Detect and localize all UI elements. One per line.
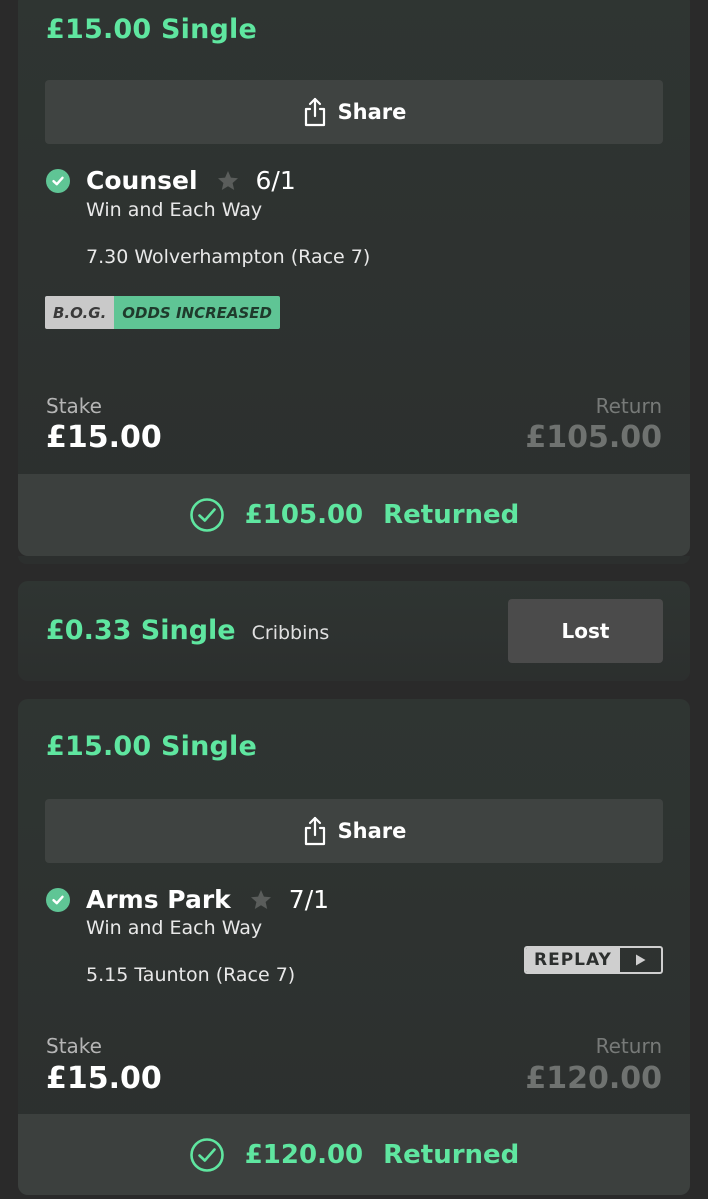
bet-card-1: £15.00 Single Share Counsel 6/1 Win and … xyxy=(18,0,690,556)
star-icon[interactable] xyxy=(249,888,273,912)
selection-odds: 6/1 xyxy=(255,166,296,195)
market-type: Win and Each Way xyxy=(86,199,263,221)
bet-title: £0.33 Single xyxy=(46,615,236,646)
check-icon xyxy=(46,887,70,912)
share-label: Share xyxy=(337,819,407,843)
selection-name: Counsel xyxy=(86,166,198,195)
bet-summary: £0.33 Single Cribbins xyxy=(46,615,329,646)
odds-increased-label: ODDS INCREASED xyxy=(114,296,280,329)
bet-card-2[interactable]: £0.33 Single Cribbins Lost xyxy=(18,581,690,681)
bet-title: £15.00 Single xyxy=(46,731,258,762)
lost-status-button[interactable]: Lost xyxy=(508,599,663,663)
share-label: Share xyxy=(337,100,407,124)
returned-banner: £120.00 Returned xyxy=(18,1114,690,1195)
returned-amount: £105.00 xyxy=(244,500,364,530)
returned-banner: £105.00 Returned xyxy=(18,474,690,556)
return-value: £105.00 xyxy=(525,420,662,455)
returned-check-icon xyxy=(189,498,224,532)
share-button[interactable]: Share xyxy=(45,799,663,863)
bog-label: B.O.G. xyxy=(45,296,115,329)
card-divider xyxy=(18,556,690,564)
play-icon xyxy=(636,954,646,966)
returned-label: Returned xyxy=(383,1140,520,1170)
selection-row: Counsel 6/1 xyxy=(46,166,296,195)
replay-label: REPLAY xyxy=(526,948,620,972)
selection-odds: 7/1 xyxy=(288,885,330,914)
check-icon xyxy=(46,168,70,193)
share-icon xyxy=(304,97,325,127)
bog-badge: B.O.G. ODDS INCREASED xyxy=(45,296,280,329)
share-icon xyxy=(304,816,325,846)
stake-label: Stake xyxy=(46,1034,102,1058)
stake-label: Stake xyxy=(46,394,102,418)
bet-title: £15.00 Single xyxy=(46,14,258,45)
stake-value: £15.00 xyxy=(46,1061,162,1096)
share-button[interactable]: Share xyxy=(45,80,663,144)
return-label: Return xyxy=(595,394,662,418)
returned-amount: £120.00 xyxy=(244,1140,364,1170)
selection-name: Cribbins xyxy=(251,622,330,644)
selection-row: Arms Park 7/1 xyxy=(46,885,329,914)
market-type: Win and Each Way xyxy=(86,917,263,939)
event-name: 5.15 Taunton (Race 7) xyxy=(86,964,296,986)
star-icon[interactable] xyxy=(216,169,240,193)
returned-check-icon xyxy=(189,1138,224,1172)
event-name: 7.30 Wolverhampton (Race 7) xyxy=(86,246,371,268)
replay-button[interactable]: REPLAY xyxy=(524,946,663,974)
return-value: £120.00 xyxy=(525,1061,662,1096)
returned-label: Returned xyxy=(383,500,520,530)
return-label: Return xyxy=(595,1034,662,1058)
selection-name: Arms Park xyxy=(86,885,231,914)
bet-card-3: £15.00 Single Share Arms Park 7/1 Win an… xyxy=(18,699,690,1195)
stake-value: £15.00 xyxy=(46,420,162,455)
